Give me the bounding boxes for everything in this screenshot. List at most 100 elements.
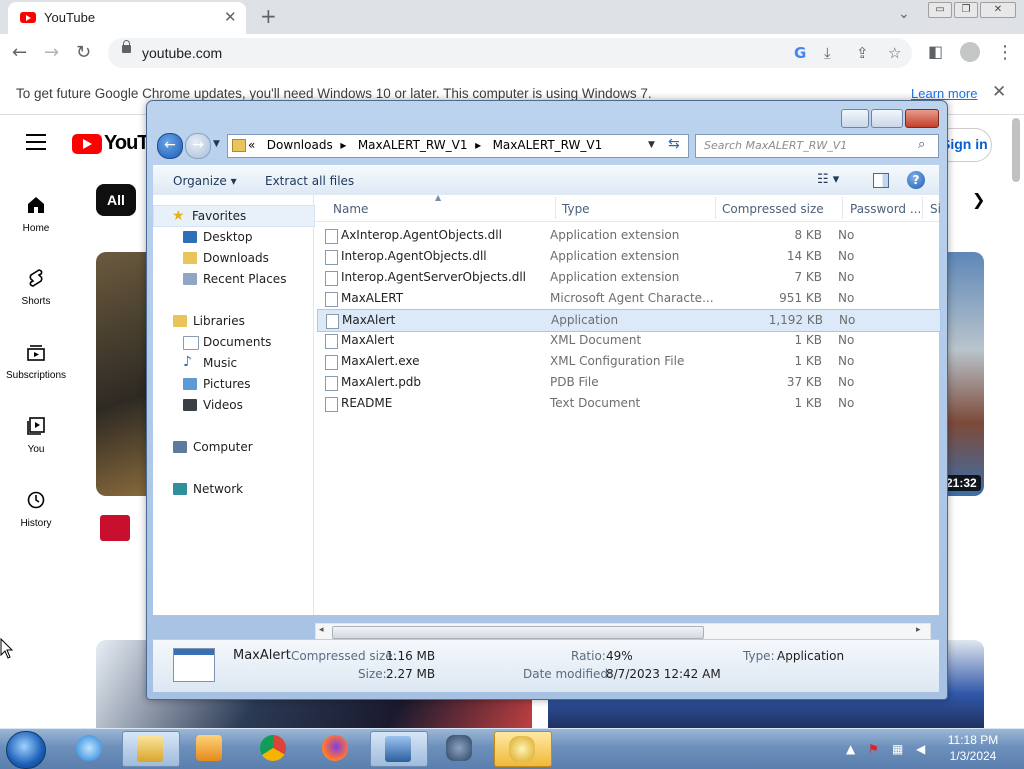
address-breadcrumb[interactable]: « Downloads ▸ MaxALERT_RW_V1 ▸ MaxALERT_… bbox=[227, 134, 689, 158]
scroll-left-icon[interactable]: ◂ bbox=[319, 625, 324, 635]
nav-desktop[interactable]: Desktop bbox=[153, 227, 313, 247]
chips-next-icon[interactable]: ❯ bbox=[972, 190, 985, 209]
side-panel-icon[interactable]: ◧ bbox=[928, 42, 943, 61]
remote-desktop-icon bbox=[385, 736, 411, 762]
recent-pages-icon[interactable]: ▼ bbox=[213, 139, 220, 149]
taskbar-media-player[interactable] bbox=[182, 731, 238, 765]
refresh-icon[interactable]: ⇆ bbox=[668, 136, 680, 152]
chrome-menu-icon[interactable]: ⋮ bbox=[996, 42, 1014, 63]
column-password[interactable]: Password ... bbox=[850, 202, 921, 216]
channel-avatar[interactable] bbox=[100, 515, 130, 541]
taskbar-agent-app[interactable] bbox=[432, 731, 488, 765]
tab-search-icon[interactable]: ⌄ bbox=[898, 6, 910, 22]
sidebar-item-history[interactable]: History bbox=[0, 490, 72, 529]
system-clock[interactable]: 11:18 PM 1/3/2024 bbox=[940, 733, 1006, 763]
address-bar[interactable]: youtube.com G ⤓ ⇪ ☆ bbox=[108, 38, 912, 68]
nav-videos[interactable]: Videos bbox=[153, 395, 313, 415]
nav-downloads[interactable]: Downloads bbox=[153, 248, 313, 268]
volume-muted-icon[interactable]: ◀ bbox=[916, 742, 925, 756]
sidebar-item-home[interactable]: Home bbox=[0, 195, 72, 234]
forward-icon[interactable]: → bbox=[44, 42, 59, 63]
scroll-right-icon[interactable]: ▸ bbox=[916, 625, 921, 635]
file-row[interactable]: AxInterop.AgentObjects.dll Application ex… bbox=[317, 225, 939, 246]
column-divider[interactable] bbox=[922, 197, 923, 219]
file-row[interactable]: README Text Document 1 KB No bbox=[317, 393, 939, 414]
address-dropdown-icon[interactable]: ▼ bbox=[648, 140, 655, 150]
nav-documents[interactable]: Documents bbox=[153, 332, 313, 352]
file-row[interactable]: MaxAlert.pdb PDB File 37 KB No bbox=[317, 372, 939, 393]
show-hidden-icons[interactable]: ▲ bbox=[846, 742, 855, 756]
extract-all-button[interactable]: Extract all files bbox=[265, 174, 354, 188]
sidebar-item-subscriptions[interactable]: Subscriptions bbox=[0, 342, 72, 381]
taskbar-explorer[interactable] bbox=[122, 731, 180, 767]
forward-button[interactable]: → bbox=[185, 133, 211, 159]
hamburger-menu-icon[interactable] bbox=[26, 134, 46, 155]
infobar-close-icon[interactable]: ✕ bbox=[992, 82, 1006, 102]
learn-more-link[interactable]: Learn more bbox=[911, 86, 977, 101]
nav-music[interactable]: ♪ Music bbox=[153, 353, 313, 373]
organize-button[interactable]: Organize ▾ bbox=[173, 174, 237, 188]
restore-button[interactable]: ❐ bbox=[954, 2, 978, 18]
column-name[interactable]: Name bbox=[333, 202, 368, 216]
column-divider[interactable] bbox=[555, 197, 556, 219]
column-divider[interactable] bbox=[715, 197, 716, 219]
search-box[interactable]: Search MaxALERT_RW_V1 ⌕ bbox=[695, 134, 939, 158]
file-row[interactable]: MaxAlert Application 1,192 KB No bbox=[317, 309, 941, 332]
taskbar-internet-explorer[interactable] bbox=[62, 731, 118, 765]
taskbar-maxalert[interactable] bbox=[494, 731, 552, 767]
column-size[interactable]: Si bbox=[930, 202, 941, 216]
explorer-close-button[interactable] bbox=[905, 109, 939, 128]
back-button[interactable]: ← bbox=[157, 133, 183, 159]
explorer-maximize-button[interactable] bbox=[871, 109, 903, 128]
taskbar-chrome[interactable] bbox=[246, 731, 302, 765]
nav-favorites[interactable]: ★ Favorites bbox=[153, 205, 315, 227]
breadcrumb-subfolder[interactable]: MaxALERT_RW_V1 bbox=[493, 138, 603, 152]
taskbar-firefox[interactable] bbox=[308, 731, 364, 765]
scroll-thumb[interactable] bbox=[332, 626, 704, 639]
tab-close-icon[interactable]: ✕ bbox=[224, 8, 237, 26]
page-scrollbar-thumb[interactable] bbox=[1012, 118, 1020, 182]
breadcrumb-downloads[interactable]: Downloads bbox=[267, 138, 333, 152]
tab-youtube[interactable]: YouTube ✕ bbox=[8, 2, 246, 34]
search-icon[interactable]: ⌕ bbox=[918, 137, 925, 152]
star-icon: ★ bbox=[172, 208, 185, 224]
file-row[interactable]: Interop.AgentObjects.dll Application exte… bbox=[317, 246, 939, 267]
file-row[interactable]: MaxAlert.exe XML Configuration File 1 KB No bbox=[317, 351, 939, 372]
back-icon[interactable]: ← bbox=[12, 42, 27, 63]
preview-pane-icon[interactable] bbox=[873, 173, 889, 188]
taskbar-network-app[interactable] bbox=[370, 731, 428, 767]
minimize-button[interactable]: ▭ bbox=[928, 2, 952, 18]
file-row[interactable]: MaxALERT Microsoft Agent Characte... 951 K… bbox=[317, 288, 939, 309]
chip-all[interactable]: All bbox=[96, 184, 136, 216]
nav-network[interactable]: Network bbox=[153, 479, 313, 499]
action-center-icon[interactable]: ⚑ bbox=[868, 742, 879, 756]
nav-computer[interactable]: Computer bbox=[153, 437, 313, 457]
sidebar-item-shorts[interactable]: Shorts bbox=[0, 268, 72, 307]
bookmark-star-icon[interactable]: ☆ bbox=[888, 44, 901, 62]
start-button[interactable] bbox=[6, 731, 46, 769]
reload-icon[interactable]: ↻ bbox=[76, 42, 91, 63]
breadcrumb-overflow[interactable]: « bbox=[248, 138, 255, 152]
file-row[interactable]: MaxAlert XML Document 1 KB No bbox=[317, 330, 939, 351]
share-icon[interactable]: ⇪ bbox=[856, 44, 869, 62]
details-label: Ratio: bbox=[571, 649, 606, 663]
close-window-button[interactable]: ✕ bbox=[980, 2, 1016, 18]
network-tray-icon[interactable]: ▦ bbox=[892, 742, 903, 756]
nav-libraries[interactable]: Libraries bbox=[153, 311, 313, 331]
column-type[interactable]: Type bbox=[562, 202, 590, 216]
help-icon[interactable]: ? bbox=[907, 171, 925, 189]
profile-avatar[interactable] bbox=[960, 42, 980, 62]
explorer-minimize-button[interactable] bbox=[841, 109, 869, 128]
nav-pictures[interactable]: Pictures bbox=[153, 374, 313, 394]
youtube-logo-icon[interactable] bbox=[72, 134, 102, 154]
google-lens-icon[interactable]: G bbox=[794, 44, 806, 62]
breadcrumb-folder[interactable]: MaxALERT_RW_V1 bbox=[358, 138, 468, 152]
nav-recent-places[interactable]: Recent Places bbox=[153, 269, 313, 289]
column-compressed-size[interactable]: Compressed size bbox=[722, 202, 824, 216]
file-row[interactable]: Interop.AgentServerObjects.dll Applicatio… bbox=[317, 267, 939, 288]
install-icon[interactable]: ⤓ bbox=[824, 44, 831, 62]
view-options-icon[interactable]: ☷ ▾ bbox=[817, 172, 839, 187]
new-tab-button[interactable]: + bbox=[260, 4, 277, 28]
column-divider[interactable] bbox=[842, 197, 843, 219]
sidebar-item-you[interactable]: You bbox=[0, 416, 72, 455]
